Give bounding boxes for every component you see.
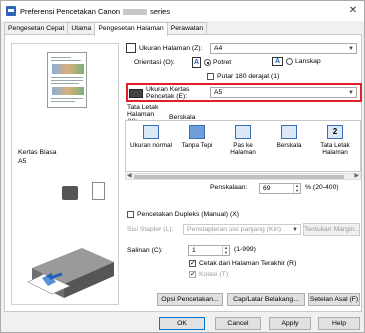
defaults-button[interactable]: Setelan Asal (F) <box>308 293 360 306</box>
page-preview <box>47 52 87 108</box>
portrait-label: Potret <box>213 59 232 66</box>
scaling-row: Penskalaan: <box>210 184 247 191</box>
redacted-model-name <box>123 8 148 15</box>
layout-page-layout-icon: 2 <box>327 125 343 139</box>
orientation-landscape-option[interactable]: A Lanskap <box>272 57 321 66</box>
page-size-row: Ukuran Halaman (Z): <box>126 43 202 53</box>
layout-borderless-icon <box>189 125 205 139</box>
scaling-range: % (20-400) <box>305 184 339 191</box>
collate-label: Kolasi (T) <box>199 271 229 278</box>
preview-text-line <box>51 80 83 81</box>
rotate-180-checkbox[interactable] <box>207 73 214 80</box>
printer-illustration-icon <box>27 248 114 298</box>
duplex-option[interactable]: Pencetakan Dupleks (Manual) (X) <box>127 211 239 218</box>
ok-button[interactable]: OK <box>159 317 205 330</box>
scaling-input[interactable]: 69 ▲ ▼ <box>259 183 301 194</box>
page-size-dropdown[interactable]: A4 ▼ <box>210 43 357 54</box>
print-preferences-window: Preferensi Pencetakan Canon series ✕ Peng… <box>0 0 365 333</box>
layout-option-scaled[interactable]: Berskala <box>268 125 310 165</box>
scroll-right-icon[interactable]: ▶ <box>354 172 359 179</box>
spin-arrows-icon[interactable]: ▲ ▼ <box>293 183 300 193</box>
tab-page-setup[interactable]: Pengesetan Halaman <box>94 22 168 36</box>
portrait-icon: A <box>192 57 201 68</box>
collate-option[interactable]: Kolasi (T) <box>189 270 229 278</box>
rotate-180-option[interactable]: Putar 180 derajat (1) <box>207 73 279 80</box>
preview-text-line <box>51 101 75 102</box>
duplex-label: Pencetakan Dupleks (Manual) (X) <box>137 211 239 218</box>
orientation-row: Orientasi (O): <box>126 59 175 66</box>
layout-scrollbar[interactable]: ◀ ▶ <box>125 173 361 180</box>
stapling-dropdown[interactable]: Penstapleran sisi panjang (Kiri) ▼ <box>183 224 301 235</box>
preview-text-line <box>51 60 81 61</box>
print-options-button[interactable]: Opsi Pencetakan... <box>157 293 223 306</box>
apply-button[interactable]: Apply <box>269 317 311 330</box>
last-page-first-checkbox[interactable] <box>189 259 196 267</box>
page-size-label: Ukuran Halaman (Z): <box>139 44 203 52</box>
layout-option-fit-to-page[interactable]: Pas ke Halaman <box>222 125 264 165</box>
preview-text-line <box>51 77 83 78</box>
copies-range-row: (1-999) <box>234 246 256 253</box>
help-button[interactable]: Help <box>318 317 360 330</box>
media-type-label: Kertas Biasa <box>18 149 57 156</box>
paper-small-icon <box>92 182 105 200</box>
printer-app-icon <box>6 6 16 16</box>
copies-input[interactable]: 1 ▲ ▼ <box>188 245 230 256</box>
copies-range: (1-999) <box>234 246 256 253</box>
last-page-first-option[interactable]: Cetak dari Halaman Terakhir (R) <box>189 259 297 267</box>
orientation-portrait-option[interactable]: A Potret <box>192 57 231 68</box>
landscape-label: Lanskap <box>295 58 321 65</box>
chevron-down-icon: ▼ <box>292 227 298 233</box>
layout-scaled-icon <box>281 125 297 139</box>
media-size-label: A5 <box>18 158 27 165</box>
layout-normal-icon <box>143 125 159 139</box>
spin-arrows-icon[interactable]: ▲ ▼ <box>222 245 229 255</box>
landscape-radio[interactable] <box>286 58 293 65</box>
copies-row: Salinan (C): <box>127 247 163 254</box>
highlight-frame <box>126 83 362 102</box>
scroll-left-icon[interactable]: ◀ <box>127 172 132 179</box>
landscape-icon: A <box>272 57 283 66</box>
layout-option-page-layout[interactable]: 2 Tata Letak Halaman <box>314 125 356 165</box>
scaling-range-row: % (20-400) <box>305 184 339 191</box>
stapling-row: Sisi Stapler (L): <box>127 226 173 233</box>
preview-text-line <box>51 98 83 99</box>
scaling-label: Penskalaan: <box>210 184 248 191</box>
printer-small-icon <box>62 186 78 200</box>
title-bar: Preferensi Pencetakan Canon series ✕ <box>1 1 364 21</box>
preview-image-band <box>52 87 84 95</box>
page-size-icon <box>126 43 136 53</box>
preview-area: Kertas Biasa A5 <box>11 43 119 305</box>
scroll-thumb[interactable] <box>134 175 344 179</box>
cancel-button[interactable]: Cancel <box>215 317 261 330</box>
layout-fit-icon <box>235 125 251 139</box>
chevron-down-icon: ▼ <box>348 46 354 52</box>
layout-option-borderless[interactable]: Tanpa Tepi <box>176 125 218 165</box>
close-button[interactable]: ✕ <box>346 4 360 18</box>
preview-text-line <box>51 57 71 58</box>
window-title: Preferensi Pencetakan Canon series <box>20 6 171 16</box>
page-layout-list: Ukuran normal Tanpa Tepi Pas ke Halaman … <box>125 120 361 172</box>
stapling-label: Sisi Stapler (L): <box>127 226 174 233</box>
rotate-180-label: Putar 180 derajat (1) <box>217 73 280 80</box>
orientation-label: Orientasi (O): <box>134 59 175 66</box>
layout-option-normal[interactable]: Ukuran normal <box>130 125 172 165</box>
media-info: Kertas Biasa A5 <box>18 148 57 166</box>
preview-image-band <box>52 64 84 74</box>
page-setup-panel: Kertas Biasa A5 Ukuran Halaman (Z): A4▼ <box>4 34 362 312</box>
margin-button[interactable]: Tentukan Margin... <box>303 223 360 236</box>
collate-checkbox[interactable] <box>189 270 196 278</box>
preview-text-line <box>51 83 79 84</box>
last-page-first-label: Cetak dari Halaman Terakhir (R) <box>199 260 297 267</box>
portrait-radio[interactable] <box>204 59 211 66</box>
copies-label: Salinan (C): <box>127 247 163 254</box>
stamp-background-button[interactable]: Cap/Latar Belakang... <box>227 293 305 306</box>
duplex-checkbox[interactable] <box>127 211 134 218</box>
